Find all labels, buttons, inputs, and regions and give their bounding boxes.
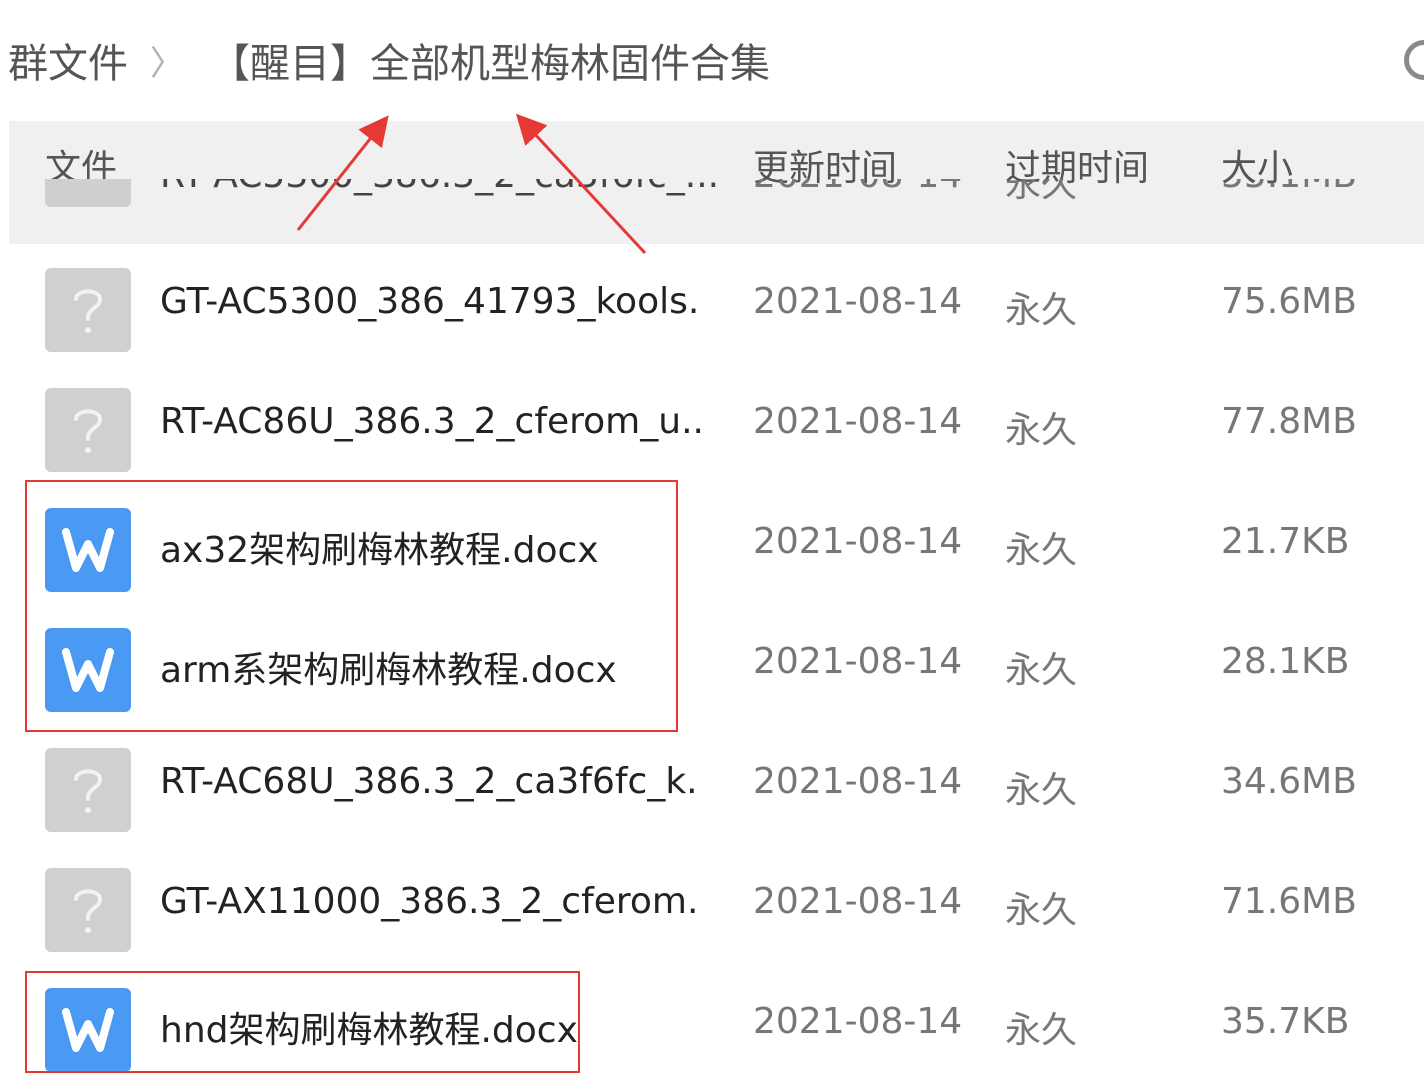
breadcrumb-current-folder: 【醒目】全部机型梅林固件合集 <box>210 41 770 87</box>
file-size: 35.7KB <box>1221 1001 1350 1042</box>
table-row[interactable]: GT-AX11000_386.3_2_cferom... 2021-08-14 永久… <box>9 845 1424 965</box>
file-size: 34.6MB <box>1221 761 1357 802</box>
file-date: 2021-08-14 <box>753 281 963 322</box>
highlight-box-hnd-docx <box>25 971 580 1073</box>
file-name: GT-AC5300_386_41793_kools... <box>160 281 700 322</box>
file-date: 2021-08-14 <box>753 761 963 802</box>
unknown-file-icon <box>45 179 131 207</box>
file-date: 2021-08-14 <box>753 179 962 196</box>
file-expires: 永久 <box>1005 1010 1078 1051</box>
file-date: 2021-08-14 <box>753 1001 963 1042</box>
unknown-file-icon <box>45 748 131 832</box>
file-expires: 永久 <box>1005 530 1078 571</box>
breadcrumb-root[interactable]: 群文件 <box>8 31 128 89</box>
table-header: 文件 更新时间 过期时间 大小 RT-AC5300_386.3_2_ca3f6f… <box>9 121 1424 244</box>
file-size: 55.1MB <box>1221 179 1357 196</box>
unknown-file-icon <box>45 268 131 352</box>
file-expires: 永久 <box>1005 890 1078 931</box>
breadcrumb-separator: 〉 <box>150 43 184 84</box>
file-expires: 永久 <box>1005 770 1078 811</box>
file-date: 2021-08-14 <box>753 881 963 922</box>
table-row[interactable]: GT-AC5300_386_41793_kools... 2021-08-14 永久… <box>9 245 1424 365</box>
table-row-partial[interactable]: RT-AC5300_386.3_2_ca3f6fc_... 2021-08-14… <box>9 179 1424 229</box>
file-expires: 永久 <box>1005 410 1078 451</box>
file-name: GT-AX11000_386.3_2_cferom... <box>160 881 700 922</box>
refresh-icon[interactable] <box>1404 40 1424 80</box>
file-expires: 永久 <box>1005 179 1078 205</box>
table-row[interactable]: RT-AC68U_386.3_2_ca3f6fc_k... 2021-08-14 永… <box>9 725 1424 845</box>
file-name: RT-AC5300_386.3_2_ca3f6fc_... <box>160 179 719 196</box>
file-date: 2021-08-14 <box>753 641 963 682</box>
file-size: 77.8MB <box>1221 401 1357 442</box>
file-expires: 永久 <box>1005 290 1078 331</box>
file-expires: 永久 <box>1005 650 1078 691</box>
unknown-file-icon <box>45 868 131 952</box>
file-size: 21.7KB <box>1221 521 1350 562</box>
file-size: 75.6MB <box>1221 281 1357 322</box>
file-size: 28.1KB <box>1221 641 1350 682</box>
file-date: 2021-08-14 <box>753 401 963 442</box>
file-date: 2021-08-14 <box>753 521 963 562</box>
file-name: RT-AC68U_386.3_2_ca3f6fc_k... <box>160 761 700 802</box>
breadcrumb: 群文件 〉 【醒目】全部机型梅林固件合集 <box>8 28 770 92</box>
unknown-file-icon <box>45 388 131 472</box>
file-name: RT-AC86U_386.3_2_cferom_u... <box>160 401 700 442</box>
highlight-box-docx-group <box>25 480 678 732</box>
table-row[interactable]: RT-AC86U_386.3_2_cferom_u... 2021-08-14 永久… <box>9 365 1424 485</box>
file-size: 71.6MB <box>1221 881 1357 922</box>
